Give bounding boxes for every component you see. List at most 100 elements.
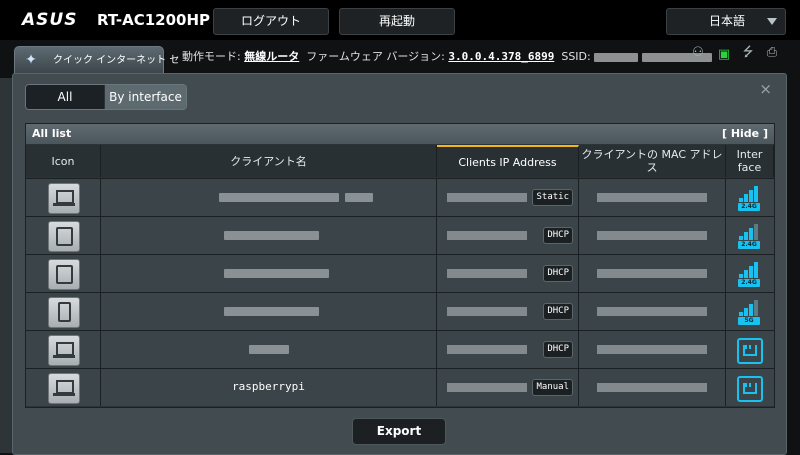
language-value: 日本語 (709, 14, 746, 28)
firmware-link[interactable]: 3.0.0.4.378_6899 (448, 50, 554, 63)
ssid-redacted (594, 52, 639, 62)
client-name-redacted (345, 193, 373, 202)
quick-internet-setup-tab[interactable]: ✦ クイック インターネット セ (14, 46, 179, 76)
cell-mac-address (579, 369, 726, 406)
client-name-redacted (219, 193, 339, 202)
ip-type-badge: DHCP (543, 265, 573, 282)
ip-type-badge: Manual (532, 379, 573, 396)
cell-ip-address: DHCP (437, 217, 579, 254)
cell-client-name (101, 255, 437, 292)
table-row[interactable]: Static 2.4G (26, 178, 775, 216)
column-mac-address[interactable]: クライアントの MAC アドレス (579, 145, 726, 177)
ip-type-badge: DHCP (543, 341, 573, 358)
laptop-icon[interactable] (48, 335, 80, 366)
internet-status-icon[interactable]: ▣ (716, 48, 732, 62)
table-title-bar: All list [ Hide ] (26, 124, 774, 144)
cell-interface (726, 369, 775, 406)
cell-interface: 2.4G (726, 179, 775, 216)
tab-by-interface[interactable]: By interface (105, 85, 186, 109)
hide-link[interactable]: [ Hide ] (722, 124, 768, 144)
client-name-redacted (249, 345, 289, 354)
cell-mac-address (579, 293, 726, 330)
client-list-modal: All By interface × All list [ Hide ] Ico… (12, 73, 787, 455)
column-client-name[interactable]: クライアント名 (101, 145, 437, 177)
cell-icon (26, 369, 101, 406)
ip-redacted (447, 345, 527, 354)
cell-icon (26, 293, 101, 330)
tablet-icon[interactable] (48, 221, 80, 252)
table-title: All list (32, 127, 72, 140)
band-badge: 2.4G (738, 203, 760, 211)
cell-ip-address: Static (437, 179, 579, 216)
cell-interface: 2.4G (726, 255, 775, 292)
client-name-redacted (224, 307, 319, 316)
cell-client-name: raspberrypi (101, 369, 437, 406)
asus-logo: ASUS (22, 10, 78, 30)
cell-icon (26, 255, 101, 292)
close-icon[interactable]: × (759, 80, 772, 98)
cell-interface: 2.4G (726, 217, 775, 254)
cell-icon (26, 331, 101, 368)
mac-redacted (597, 307, 707, 316)
firmware-label: ファームウェア バージョン: (306, 50, 445, 63)
ip-redacted (447, 307, 527, 316)
cell-ip-address: DHCP (437, 331, 579, 368)
band-badge: 5G (738, 317, 760, 325)
table-row[interactable]: DHCP (26, 330, 775, 368)
printer-icon[interactable]: ⎙ (764, 46, 780, 60)
cell-client-name (101, 179, 437, 216)
column-icon[interactable]: Icon (26, 145, 101, 177)
table-row[interactable]: DHCP 2.4G (26, 216, 775, 254)
clients-icon[interactable]: ⚇ (690, 46, 706, 60)
view-toggle: All By interface (25, 84, 187, 110)
client-name[interactable]: raspberrypi (101, 380, 436, 393)
band-badge: 2.4G (738, 279, 760, 287)
wifi-signal-icon: 2.4G (734, 183, 764, 212)
mac-redacted (597, 269, 707, 278)
left-menu-edge (0, 78, 12, 453)
export-button[interactable]: Export (352, 418, 446, 445)
router-model: RT-AC1200HP (97, 11, 211, 29)
mode-link[interactable]: 無線ルータ (244, 50, 299, 63)
cell-interface: 5G (726, 293, 775, 330)
column-ip-address[interactable]: Clients IP Address (437, 145, 579, 177)
table-row[interactable]: DHCP 2.4G (26, 254, 775, 292)
top-bar: ASUS RT-AC1200HP ログアウト 再起動 日本語 (0, 0, 800, 40)
wand-icon: ✦ (25, 52, 37, 68)
cell-client-name (101, 331, 437, 368)
ip-redacted (447, 193, 527, 202)
mac-redacted (597, 383, 707, 392)
reboot-button[interactable]: 再起動 (339, 8, 455, 35)
wifi-signal-icon: 2.4G (734, 221, 764, 250)
client-table: All list [ Hide ] Icon クライアント名 Clients I… (25, 123, 775, 408)
usb-icon[interactable]: ⭍ (740, 46, 756, 60)
phone-icon[interactable] (48, 297, 80, 328)
wifi-signal-icon: 5G (734, 297, 764, 326)
tab-all[interactable]: All (26, 85, 104, 109)
ip-type-badge: Static (532, 189, 573, 206)
cell-client-name (101, 293, 437, 330)
tablet-icon[interactable] (48, 259, 80, 290)
mac-redacted (597, 345, 707, 354)
cell-ip-address: Manual (437, 369, 579, 406)
cell-mac-address (579, 217, 726, 254)
cell-mac-address (579, 331, 726, 368)
table-row[interactable]: DHCP 5G (26, 292, 775, 330)
cell-ip-address: DHCP (437, 255, 579, 292)
language-select[interactable]: 日本語 (666, 8, 786, 35)
logout-button[interactable]: ログアウト (213, 8, 329, 35)
cell-mac-address (579, 179, 726, 216)
laptop-icon[interactable] (48, 183, 80, 214)
chevron-down-icon (767, 18, 777, 25)
laptop-icon[interactable] (48, 373, 80, 404)
ip-redacted (447, 383, 527, 392)
wired-ethernet-icon (737, 376, 763, 402)
ip-redacted (447, 231, 527, 240)
table-row[interactable]: raspberrypi Manual (26, 368, 775, 406)
cell-interface (726, 331, 775, 368)
ssid-label: SSID: (561, 50, 591, 63)
column-interface[interactable]: Inter face (726, 145, 774, 177)
mac-redacted (597, 231, 707, 240)
band-badge: 2.4G (738, 241, 760, 249)
ip-type-badge: DHCP (543, 227, 573, 244)
